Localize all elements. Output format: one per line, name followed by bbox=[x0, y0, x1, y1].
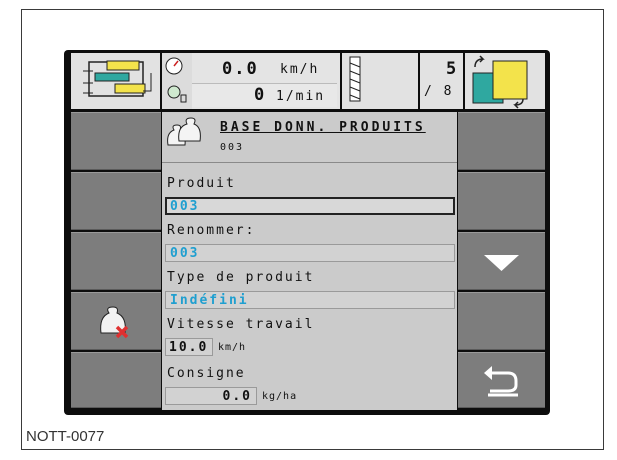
section-total: / 8 bbox=[424, 84, 454, 99]
renommer-label: Renommer: bbox=[167, 223, 256, 238]
rpm-unit: 1/min bbox=[276, 89, 326, 104]
renommer-field[interactable]: 003 bbox=[165, 244, 455, 262]
tank-layout-icon bbox=[83, 60, 152, 97]
type-produit-value: Indéfini bbox=[170, 293, 249, 308]
section-active: 5 bbox=[446, 59, 459, 79]
delete-product-button[interactable] bbox=[71, 292, 161, 350]
tyre-track-icon bbox=[349, 56, 361, 102]
produit-field[interactable]: 003 bbox=[165, 197, 455, 215]
vitesse-travail-value: 10.0 bbox=[169, 340, 209, 355]
section-overview-icon bbox=[472, 55, 528, 109]
page-subtitle: 003 bbox=[220, 142, 245, 153]
gauge-icons-column bbox=[162, 53, 192, 109]
produit-value: 003 bbox=[170, 199, 200, 214]
left-soft-key-1[interactable] bbox=[71, 112, 161, 170]
speed-rpm-readout: 0.0 km/h 0 1/min bbox=[192, 53, 342, 109]
right-soft-key-2[interactable] bbox=[458, 172, 545, 230]
page-title: BASE DONN. PRODUITS bbox=[220, 120, 426, 135]
speed-unit: km/h bbox=[280, 62, 320, 77]
left-soft-key-5[interactable] bbox=[71, 352, 161, 408]
section-counter: 5 / 8 bbox=[420, 53, 465, 109]
rpm-value: 0 bbox=[254, 85, 267, 105]
produit-label: Produit bbox=[167, 176, 236, 191]
left-soft-key-2[interactable] bbox=[71, 172, 161, 230]
tank-layout-button[interactable] bbox=[71, 53, 162, 109]
arrow-down-icon bbox=[484, 255, 519, 271]
product-bags-icon bbox=[167, 117, 201, 146]
consigne-field[interactable]: 0.0 bbox=[165, 387, 257, 405]
consigne-label: Consigne bbox=[167, 366, 246, 381]
tyre-track-cell bbox=[342, 53, 420, 109]
vitesse-travail-label: Vitesse travail bbox=[167, 317, 315, 332]
speed-value: 0.0 bbox=[222, 59, 259, 79]
top-status-bar: 0.0 km/h 0 1/min 5 / 8 bbox=[71, 53, 545, 109]
type-produit-field[interactable]: Indéfini bbox=[165, 291, 455, 309]
vitesse-travail-field[interactable]: 10.0 bbox=[165, 338, 213, 356]
delete-product-icon bbox=[100, 306, 129, 339]
right-soft-key-1[interactable] bbox=[458, 112, 545, 170]
back-button[interactable] bbox=[458, 352, 545, 408]
section-overview-button[interactable] bbox=[465, 53, 545, 109]
right-soft-key-4[interactable] bbox=[458, 292, 545, 350]
type-produit-label: Type de produit bbox=[167, 270, 315, 285]
consigne-value: 0.0 bbox=[222, 389, 252, 404]
product-database-panel: BASE DONN. PRODUITS 003 Produit 003 Reno… bbox=[162, 112, 457, 410]
speedometer-icon bbox=[165, 57, 187, 103]
consigne-unit: kg/ha bbox=[262, 391, 298, 402]
renommer-value: 003 bbox=[170, 246, 200, 261]
back-arrow-icon bbox=[484, 366, 518, 397]
scroll-down-button[interactable] bbox=[458, 232, 545, 290]
vitesse-travail-unit: km/h bbox=[218, 342, 247, 353]
left-soft-key-3[interactable] bbox=[71, 232, 161, 290]
figure-caption: NOTT-0077 bbox=[26, 428, 105, 445]
